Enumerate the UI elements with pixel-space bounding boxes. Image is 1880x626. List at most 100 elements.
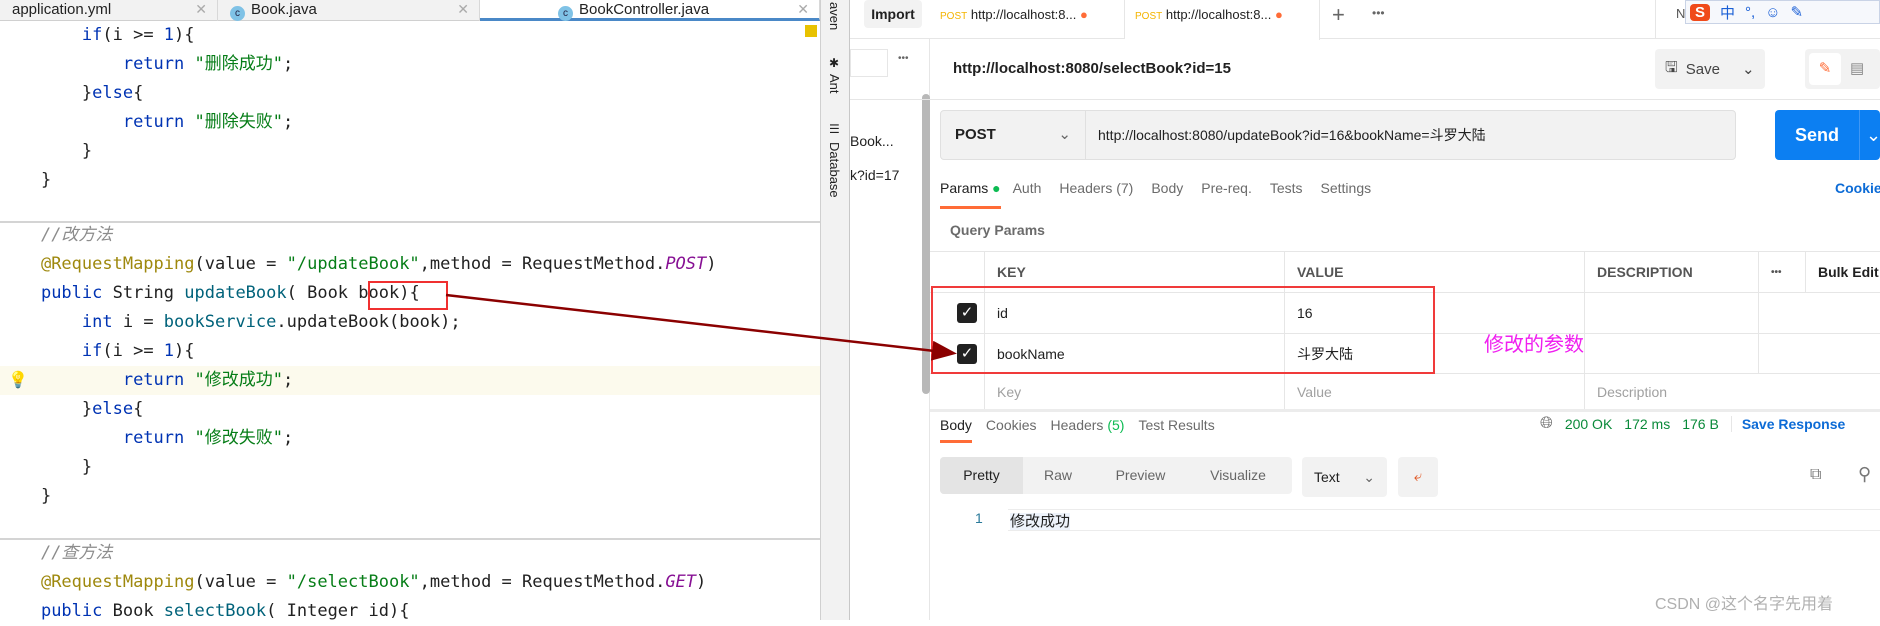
sidebar-item[interactable]: Book... bbox=[850, 133, 894, 149]
view-raw[interactable]: Raw bbox=[1023, 457, 1093, 494]
tab-bookcontroller-java[interactable]: c BookController.java ✕ bbox=[480, 0, 820, 21]
more-icon[interactable]: ••• bbox=[1759, 252, 1806, 292]
close-icon[interactable]: ✕ bbox=[195, 0, 207, 19]
class-icon: c bbox=[230, 6, 245, 21]
tab-test-results[interactable]: Test Results bbox=[1138, 417, 1214, 433]
view-preview[interactable]: Preview bbox=[1093, 457, 1188, 494]
code-line: public String updateBook( Book book){ bbox=[40, 283, 420, 303]
pen-icon[interactable]: ✎ bbox=[1791, 3, 1804, 21]
tab-headers[interactable]: Headers (7) bbox=[1059, 180, 1133, 196]
emoji-icon[interactable]: ☺ bbox=[1765, 4, 1780, 21]
active-tab-underline bbox=[940, 440, 972, 443]
close-icon[interactable]: ✕ bbox=[797, 0, 809, 19]
status-code[interactable]: 200 OK bbox=[1565, 416, 1612, 432]
edit-icon[interactable]: ✎ bbox=[1809, 53, 1841, 85]
request-tab[interactable]: POST http://localhost:8... ● bbox=[930, 0, 1125, 39]
format-select[interactable]: Text ⌄ bbox=[1302, 457, 1387, 497]
close-icon[interactable]: ✕ bbox=[457, 0, 469, 19]
tab-pre-request[interactable]: Pre-req. bbox=[1201, 180, 1252, 196]
method-select[interactable]: POST ⌄ bbox=[941, 111, 1086, 159]
globe-icon[interactable]: 🌐︎ bbox=[1540, 415, 1553, 433]
maven-tool-button[interactable]: aven bbox=[827, 2, 842, 30]
code-line: }else{ bbox=[0, 83, 144, 103]
editor-tab-bar: application.yml ✕ c Book.java ✕ c BookContr… bbox=[0, 0, 820, 21]
sidebar-item[interactable]: k?id=17 bbox=[850, 167, 899, 183]
new-description-input[interactable]: Description bbox=[1585, 374, 1759, 409]
request-tab-active[interactable]: POST http://localhost:8... ● bbox=[1125, 0, 1320, 40]
tab-response-headers[interactable]: Headers (5) bbox=[1051, 417, 1125, 433]
ant-icon: ✱ bbox=[829, 56, 840, 70]
request-tabs: Params ● Auth Headers (7) Body Pre-req. … bbox=[940, 180, 1372, 209]
method-badge: POST bbox=[1135, 11, 1163, 22]
request-title[interactable]: http://localhost:8080/selectBook?id=15 bbox=[953, 60, 1231, 77]
warning-marker[interactable] bbox=[805, 25, 817, 37]
sidebar-filter-input[interactable] bbox=[850, 49, 888, 77]
view-mode-segmented: Pretty Raw Preview Visualize bbox=[940, 457, 1292, 494]
response-body-line[interactable]: 修改成功 bbox=[1008, 509, 1880, 531]
tab-application-yml[interactable]: application.yml ✕ bbox=[0, 0, 218, 21]
code-editor[interactable]: application.yml ✕ c Book.java ✕ c BookContr… bbox=[0, 0, 820, 621]
unsaved-dot-icon: ● bbox=[1275, 7, 1283, 22]
copy-icon[interactable]: ⧉ bbox=[1810, 466, 1821, 484]
url-input[interactable]: http://localhost:8080/updateBook?id=16&b… bbox=[1098, 111, 1486, 159]
response-size[interactable]: 176 B bbox=[1682, 416, 1719, 432]
class-icon: c bbox=[558, 6, 573, 21]
view-pretty[interactable]: Pretty bbox=[940, 457, 1023, 494]
param-description[interactable] bbox=[1585, 293, 1759, 333]
method-label: POST bbox=[955, 126, 996, 143]
code-line: int i = bookService.updateBook(book); bbox=[81, 312, 461, 332]
tab-response-cookies[interactable]: Cookies bbox=[986, 417, 1037, 433]
tab-tests[interactable]: Tests bbox=[1270, 180, 1303, 196]
sogou-logo: S bbox=[1690, 3, 1711, 21]
line-number: 1 bbox=[975, 510, 983, 526]
sidebar: ••• Book... k?id=17 bbox=[850, 39, 930, 620]
search-icon[interactable]: ⚲ bbox=[1858, 464, 1871, 485]
tab-params[interactable]: Params ● bbox=[940, 180, 1001, 209]
save-response-button[interactable]: Save Response bbox=[1730, 416, 1845, 432]
format-label: Text bbox=[1314, 469, 1340, 485]
ime-toolbar[interactable]: S 中 °, ☺ ✎ bbox=[1685, 0, 1880, 24]
ime-mode-icon[interactable]: 中 bbox=[1720, 2, 1735, 23]
cookies-link[interactable]: Cookies bbox=[1835, 180, 1880, 196]
import-button[interactable]: Import bbox=[864, 0, 922, 28]
new-value-input[interactable]: Value bbox=[1285, 374, 1585, 409]
new-tab-icon[interactable]: + bbox=[1332, 2, 1345, 28]
wrap-lines-icon[interactable]: ⤶ bbox=[1398, 457, 1438, 497]
sidebar-scrollbar[interactable] bbox=[922, 94, 930, 394]
bulk-edit-button[interactable]: Bulk Edit bbox=[1806, 252, 1879, 292]
response-text: 修改成功 bbox=[1010, 513, 1071, 530]
database-icon: ☰ bbox=[829, 122, 840, 136]
save-button[interactable]: 🖫 Save ⌄ bbox=[1655, 49, 1765, 89]
view-visualize[interactable]: Visualize bbox=[1188, 457, 1288, 494]
database-tool-button[interactable]: Database bbox=[827, 142, 842, 198]
code-line: @RequestMapping(value = "/selectBook",me… bbox=[40, 572, 707, 592]
active-dot-icon: ● bbox=[992, 180, 1001, 196]
new-key-input[interactable]: Key bbox=[985, 374, 1285, 409]
response-time[interactable]: 172 ms bbox=[1624, 416, 1670, 432]
code-line: if(i >= 1){ bbox=[81, 341, 195, 361]
tab-settings[interactable]: Settings bbox=[1321, 180, 1372, 196]
chevron-down-icon[interactable]: ⌄ bbox=[1742, 60, 1755, 78]
highlight-box bbox=[931, 286, 1435, 374]
docs-icon[interactable]: ▤ bbox=[1850, 59, 1864, 77]
view-toggle[interactable]: ✎ ▤ bbox=[1805, 49, 1880, 89]
code-line: if(i >= 1){ bbox=[81, 25, 195, 45]
table-row-new: Key Value Description bbox=[930, 374, 1880, 412]
tab-book-java[interactable]: c Book.java ✕ bbox=[218, 0, 480, 21]
tab-body[interactable]: Body bbox=[1151, 180, 1183, 196]
method-separator bbox=[0, 221, 820, 223]
active-tab-underline bbox=[940, 206, 1001, 209]
punctuation-icon[interactable]: °, bbox=[1745, 4, 1755, 21]
code-line: } bbox=[0, 170, 52, 190]
response-tabs: Body Cookies Headers (5) Test Results bbox=[940, 417, 1215, 443]
more-icon[interactable]: ••• bbox=[898, 53, 909, 64]
send-button[interactable]: Send ⌄ bbox=[1775, 110, 1880, 160]
chevron-down-icon[interactable]: ⌄ bbox=[1859, 110, 1880, 160]
more-tabs-icon[interactable]: ••• bbox=[1372, 6, 1385, 20]
column-header-description: DESCRIPTION bbox=[1585, 252, 1759, 292]
ant-tool-button[interactable]: Ant bbox=[827, 74, 842, 94]
param-description[interactable] bbox=[1585, 334, 1759, 373]
tab-auth[interactable]: Auth bbox=[1013, 180, 1042, 196]
code-line: } bbox=[0, 457, 93, 477]
tab-response-body[interactable]: Body bbox=[940, 417, 972, 443]
